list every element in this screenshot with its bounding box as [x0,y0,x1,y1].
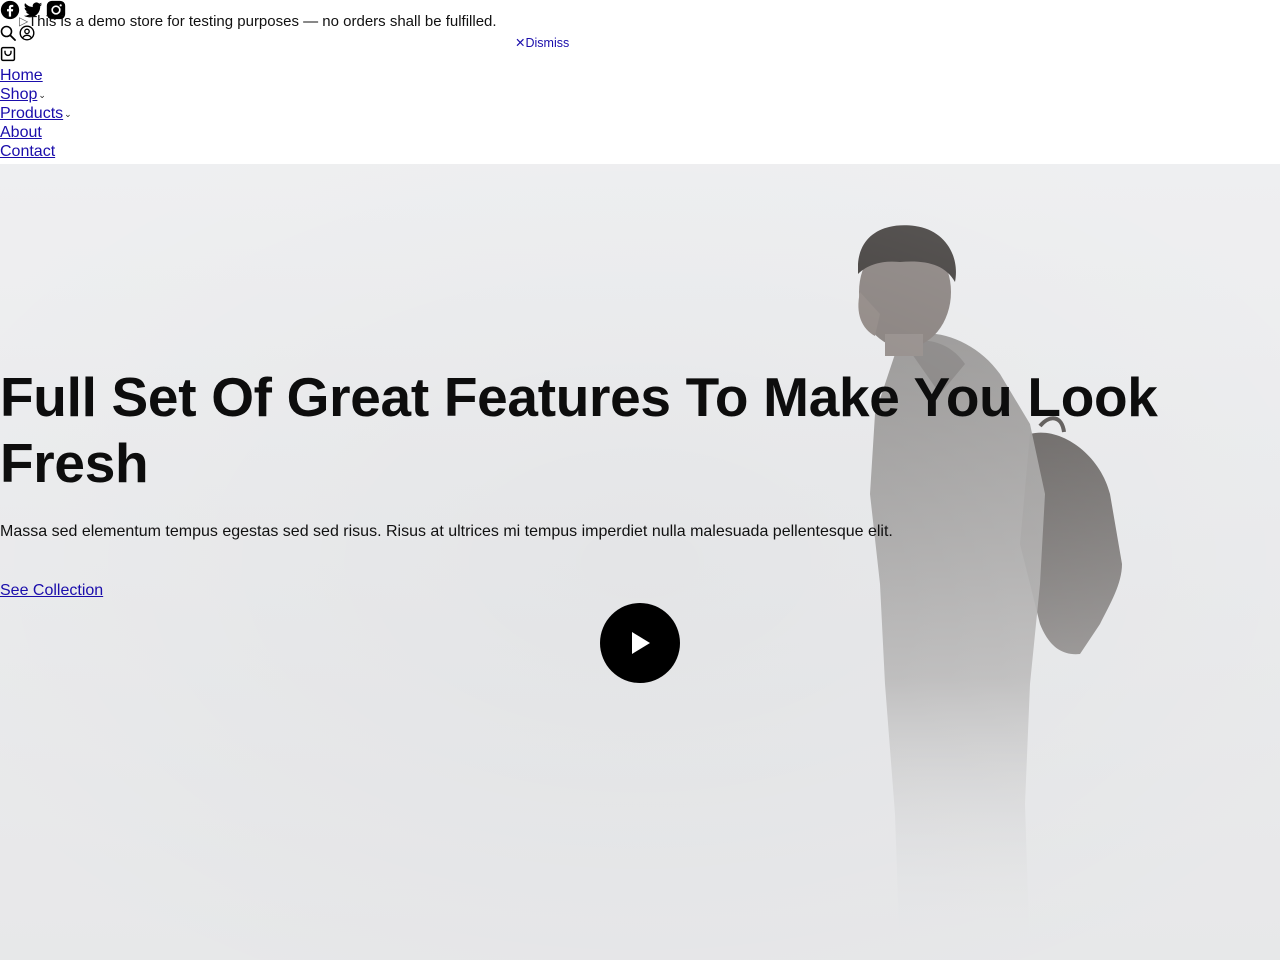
nav-item-about: About [0,123,72,142]
hero-description: Massa sed elementum tempus egestas sed s… [0,523,893,540]
dismiss-button[interactable]: ✕Dismiss [515,35,569,50]
see-collection-link[interactable]: See Collection [0,581,103,601]
facebook-icon[interactable] [0,0,20,20]
nav-item-contact: Contact [0,142,72,161]
nav-link-home[interactable]: Home [0,67,43,84]
account-icon[interactable] [19,25,35,41]
nav-link-contact[interactable]: Contact [0,143,55,160]
play-icon [632,632,650,654]
nav-item-shop: Shop⌄ [0,85,72,104]
dismiss-label: Dismiss [525,36,570,50]
nav-item-home: Home [0,66,72,85]
notice-text: This is a demo store for testing purpose… [28,13,497,30]
demo-store-notice: ▷ This is a demo store for testing purpo… [19,13,498,31]
close-icon: ✕ [515,36,526,50]
nav-link-about[interactable]: About [0,124,42,141]
nav-item-products: Products⌄ [0,104,72,123]
play-video-button[interactable] [600,603,680,683]
chevron-down-icon[interactable]: ⌄ [64,105,72,124]
cart-icon[interactable] [0,46,16,62]
hero-background-image [0,164,1280,960]
hero-title: Full Set Of Great Features To Make You L… [0,366,1158,494]
search-icon[interactable] [0,25,16,41]
hero-banner: Full Set Of Great Features To Make You L… [0,164,1280,960]
site-header: ▷ This is a demo store for testing purpo… [0,0,1280,164]
nav-link-shop[interactable]: Shop [0,86,37,103]
main-navigation: Home Shop⌄ Products⌄ About Contact [0,66,72,161]
chevron-down-icon[interactable]: ⌄ [38,86,46,105]
nav-link-products[interactable]: Products [0,105,63,122]
